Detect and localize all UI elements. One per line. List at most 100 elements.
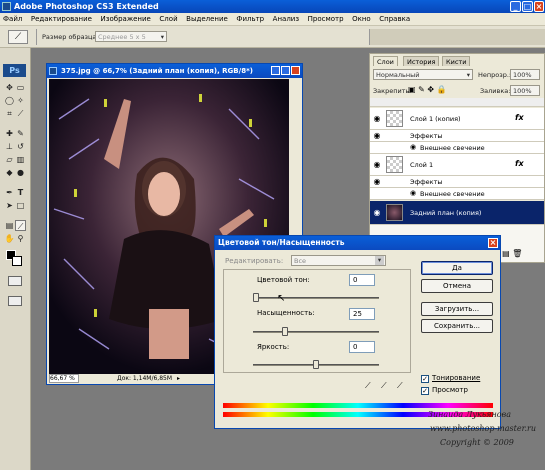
cancel-button[interactable]: Отмена [421,279,493,293]
crop-tool-icon[interactable]: ⌗ [4,108,15,119]
menu-file[interactable]: Файл [0,13,25,23]
blend-mode-select[interactable]: Нормальный ▾ [373,69,473,80]
opacity-input[interactable]: 100% [510,69,540,80]
eye-icon[interactable]: ◉ [410,143,416,151]
layer-row-partial[interactable] [370,98,544,107]
eye-icon[interactable]: ◉ [372,160,382,170]
layer-effects-row[interactable]: ◉ Эффекты [370,130,544,142]
fill-input[interactable]: 100% [510,85,540,96]
colorize-checkbox[interactable]: ✓ [421,375,429,383]
tab-brushes[interactable]: Кисти [442,56,471,66]
menu-layer[interactable]: Слой [156,13,180,23]
eyedropper-tool-icon[interactable]: ⟋ [15,220,26,231]
status-arrow-icon[interactable]: ▸ [177,374,180,384]
hand-tool-icon[interactable]: ✋ [4,233,15,244]
saturation-input[interactable]: 25 [349,308,375,320]
maximize-button[interactable]: □ [522,1,533,12]
menu-help[interactable]: Справка [376,13,413,23]
shape-tool-icon[interactable]: □ [15,200,26,211]
lightness-input[interactable]: 0 [349,341,375,353]
gradient-tool-icon[interactable]: ▥ [15,154,26,165]
menu-image[interactable]: Изображение [98,13,154,23]
hue-slider-knob[interactable] [253,293,259,302]
eyedropper-preset-icon[interactable]: ⟋ [8,30,28,44]
save-button[interactable]: Сохранить... [421,319,493,333]
adjustment-group [223,269,411,373]
path-select-icon[interactable]: ➤ [4,200,15,211]
minimize-button[interactable]: _ [510,1,521,12]
marquee-tool-icon[interactable]: ▭ [15,82,26,93]
brush-tool-icon[interactable]: ✎ [15,128,26,139]
eye-icon[interactable]: ◉ [372,131,382,141]
document-title-bar[interactable]: 375.jpg @ 66,7% (Задний план (копия), RG… [47,64,302,78]
menu-filter[interactable]: Фильтр [233,13,267,23]
type-tool-icon[interactable]: T [15,187,26,198]
saturation-slider[interactable] [253,331,379,333]
menu-edit[interactable]: Редактирование [28,13,95,23]
pen-tool-icon[interactable]: ✒ [4,187,15,198]
layer-effect-item[interactable]: ◉ Внешнее свечение [370,188,544,200]
history-brush-icon[interactable]: ↺ [15,141,26,152]
zoom-tool-icon[interactable]: ⚲ [15,233,26,244]
layer-name[interactable]: Слой 1 [410,161,433,169]
eye-icon[interactable]: ◉ [372,177,382,187]
layer-name[interactable]: Задний план (копия) [410,209,481,217]
fx-icon[interactable]: fx [515,113,524,122]
edit-select[interactable]: Все ▾ [291,255,386,266]
doc-minimize-button[interactable] [271,66,280,75]
load-button[interactable]: Загрузить... [421,302,493,316]
menu-select[interactable]: Выделение [183,13,231,23]
ok-button[interactable]: Да [421,261,493,275]
lightness-slider-knob[interactable] [313,360,319,369]
tab-layers[interactable]: Слои [373,56,398,66]
healing-tool-icon[interactable]: ✚ [4,128,15,139]
doc-maximize-button[interactable] [281,66,290,75]
effects-label: Эффекты [410,178,443,186]
close-icon[interactable]: × [488,238,498,248]
background-color-swatch[interactable] [12,256,22,266]
preview-checkbox[interactable]: ✓ [421,387,429,395]
colorize-label[interactable]: Тонирование [432,374,480,382]
eyedropper-icon[interactable]: ⟋ [365,381,371,391]
menu-analysis[interactable]: Анализ [270,13,302,23]
effects-label: Эффекты [410,132,443,140]
zoom-field[interactable]: 66,67 % [49,374,79,383]
screen-mode-icon[interactable] [8,296,22,306]
hue-slider[interactable] [253,297,379,299]
sample-size-select[interactable]: Среднее 5 x 5 ▾ [95,31,167,42]
dialog-title-bar[interactable]: Цветовой тон/Насыщенность × [215,236,500,250]
layer-effect-item[interactable]: ◉ Внешнее свечение [370,142,544,154]
saturation-slider-knob[interactable] [282,327,288,336]
close-button[interactable]: × [534,1,544,12]
layer-name[interactable]: Слой 1 (копия) [410,115,461,123]
eraser-tool-icon[interactable]: ▱ [4,154,15,165]
hue-input[interactable]: 0 [349,274,375,286]
magic-wand-icon[interactable]: ✧ [15,95,26,106]
eye-icon[interactable]: ◉ [410,189,416,197]
layer-row[interactable]: ◉ Слой 1 fx [370,154,544,176]
fx-icon[interactable]: fx [515,159,524,168]
eye-icon[interactable]: ◉ [372,114,382,124]
lock-icons[interactable]: ▣ ✎ ✥ 🔒 [408,85,447,94]
quick-mask-icon[interactable] [8,276,22,286]
tab-history[interactable]: История [403,56,440,66]
dodge-tool-icon[interactable]: ● [15,167,26,178]
menu-window[interactable]: Окно [349,13,374,23]
lightness-label: Яркость: [257,343,290,351]
stamp-tool-icon[interactable]: ⊥ [4,141,15,152]
layer-row[interactable]: ◉ Слой 1 (копия) fx [370,108,544,130]
eye-icon[interactable]: ◉ [372,208,382,218]
blur-tool-icon[interactable]: ◆ [4,167,15,178]
edit-value: Все [294,257,307,265]
eyedropper-plus-icon[interactable]: ⟋ [381,381,387,391]
slice-tool-icon[interactable]: ⟋ [15,108,26,119]
menu-view[interactable]: Просмотр [305,13,347,23]
preview-label[interactable]: Просмотр [432,386,468,394]
doc-close-button[interactable] [291,66,300,75]
layer-row-selected[interactable]: ◉ Задний план (копия) [370,201,544,225]
notes-tool-icon[interactable]: ▤ [4,220,15,231]
layer-effects-row[interactable]: ◉ Эффекты [370,176,544,188]
lasso-tool-icon[interactable]: ◯ [4,95,15,106]
move-tool-icon[interactable]: ✥ [4,82,15,93]
eyedropper-minus-icon[interactable]: ⟋ [397,381,403,391]
